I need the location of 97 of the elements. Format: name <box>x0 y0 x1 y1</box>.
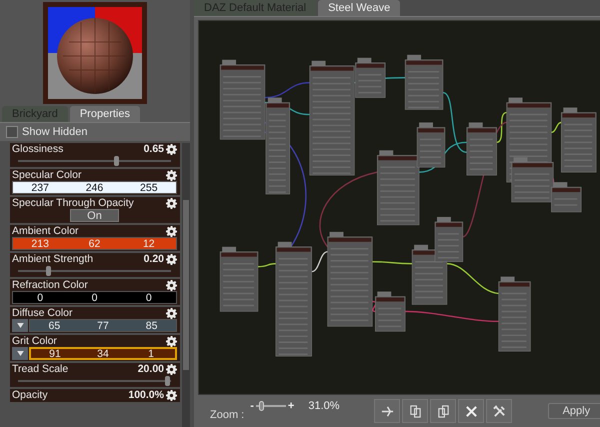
property-label: Specular Through Opacity <box>12 197 135 209</box>
show-hidden-label: Show Hidden <box>22 126 88 138</box>
graph-node[interactable] <box>416 122 446 168</box>
connection-wire <box>372 300 376 312</box>
graph-node[interactable] <box>551 182 582 212</box>
color-component-value: 62 <box>88 238 102 250</box>
property-label: Opacity <box>12 389 49 401</box>
connection-wire <box>312 251 328 272</box>
copy-button[interactable] <box>402 399 428 423</box>
color-component-value: 255 <box>139 182 159 194</box>
dropdown-arrow-icon <box>16 351 24 356</box>
gear-icon[interactable] <box>166 308 177 318</box>
map-dropdown-button[interactable] <box>12 347 28 360</box>
gear-icon[interactable] <box>166 280 177 290</box>
property-label: Ambient Strength <box>12 253 94 265</box>
property-label: Ambient Color <box>12 225 80 237</box>
color-component-value: 0 <box>144 292 153 304</box>
property-slider[interactable] <box>18 155 171 166</box>
gear-icon[interactable] <box>166 336 177 346</box>
apply-button[interactable]: Apply <box>548 403 600 419</box>
connection-wire <box>551 122 562 134</box>
color-component-value: 213 <box>30 238 50 250</box>
zoom-in-button[interactable]: + <box>288 400 294 412</box>
copy-icon <box>408 404 422 418</box>
property-value: 0.20 <box>144 253 164 265</box>
connection-wire <box>446 263 499 294</box>
color-component-value: 12 <box>142 238 156 250</box>
graph-node[interactable] <box>266 98 290 194</box>
color-field[interactable]: 65 77 85 <box>29 319 177 332</box>
connection-wire <box>264 82 310 98</box>
tools-button[interactable] <box>486 399 512 423</box>
dropdown-arrow-icon <box>16 323 24 328</box>
gear-icon[interactable] <box>166 390 177 400</box>
property-value: 20.00 <box>138 363 164 375</box>
graph-node[interactable] <box>466 122 497 176</box>
show-hidden-checkbox[interactable] <box>6 126 18 138</box>
property-value: 100.0% <box>128 389 164 401</box>
color-field[interactable]: 91 34 1 <box>29 347 177 360</box>
graph-node[interactable] <box>404 54 444 110</box>
gear-icon[interactable] <box>166 170 177 180</box>
zoom-slider[interactable] <box>256 401 286 411</box>
graph-node[interactable] <box>561 108 596 172</box>
graph-node[interactable] <box>511 157 554 202</box>
gear-icon[interactable] <box>166 144 177 154</box>
color-component-value: 0 <box>90 292 98 304</box>
color-field[interactable]: 0 0 0 <box>12 291 177 304</box>
gear-icon[interactable] <box>166 226 177 236</box>
color-component-value: 0 <box>36 292 44 304</box>
property-label: Diffuse Color <box>12 307 74 319</box>
color-component-value: 65 <box>47 320 62 332</box>
graph-node[interactable] <box>498 276 531 352</box>
color-field[interactable]: 213 62 12 <box>12 237 177 250</box>
delete-button[interactable] <box>458 399 484 423</box>
paste-button[interactable] <box>430 399 456 423</box>
scrollbar[interactable] <box>182 143 190 427</box>
property-label: Refraction Color <box>12 279 89 291</box>
paste-icon <box>436 404 450 418</box>
graph-node[interactable] <box>220 246 258 312</box>
graph-node[interactable] <box>355 58 386 98</box>
property-label: Specular Color <box>12 169 82 181</box>
close-icon <box>464 404 478 418</box>
gear-icon[interactable] <box>166 198 177 208</box>
graph-node[interactable] <box>377 150 420 226</box>
property-label: Grit Color <box>12 335 58 347</box>
zoom-out-button[interactable]: - <box>250 400 254 412</box>
tools-icon <box>492 404 506 418</box>
color-component-value: 85 <box>144 320 158 332</box>
color-component-value: 237 <box>30 182 50 194</box>
graph-node[interactable] <box>220 60 266 140</box>
property-slider[interactable] <box>18 265 171 276</box>
zoom-value: 31.0% <box>308 400 341 412</box>
color-component-value: 246 <box>84 182 104 194</box>
cut-button[interactable] <box>374 399 400 423</box>
property-slider[interactable] <box>18 375 171 386</box>
color-component-value: 1 <box>147 348 155 360</box>
connection-wire <box>372 261 412 264</box>
toggle-button[interactable]: On <box>70 209 119 222</box>
node-canvas[interactable] <box>198 20 600 395</box>
color-component-value: 91 <box>48 348 62 360</box>
gear-icon[interactable] <box>166 364 177 374</box>
color-field[interactable]: 237 246 255 <box>12 181 177 194</box>
zoom-label: Zoom : <box>210 409 244 421</box>
graph-node[interactable] <box>276 242 312 356</box>
color-component-value: 77 <box>96 320 110 332</box>
graph-node[interactable] <box>327 232 373 327</box>
editor-tab[interactable]: Steel Weave <box>318 0 400 16</box>
graph-node[interactable] <box>434 216 464 262</box>
property-label: Glossiness <box>12 143 64 155</box>
panel-tab[interactable]: Properties <box>70 106 140 122</box>
graph-node[interactable] <box>412 244 448 305</box>
map-dropdown-button[interactable] <box>12 319 28 332</box>
gear-icon[interactable] <box>166 254 177 264</box>
property-label: Tread Scale <box>12 363 70 375</box>
graph-node[interactable] <box>309 60 355 176</box>
graph-node[interactable] <box>375 292 406 332</box>
property-value: 0.65 <box>144 143 164 155</box>
color-component-value: 34 <box>96 348 110 360</box>
